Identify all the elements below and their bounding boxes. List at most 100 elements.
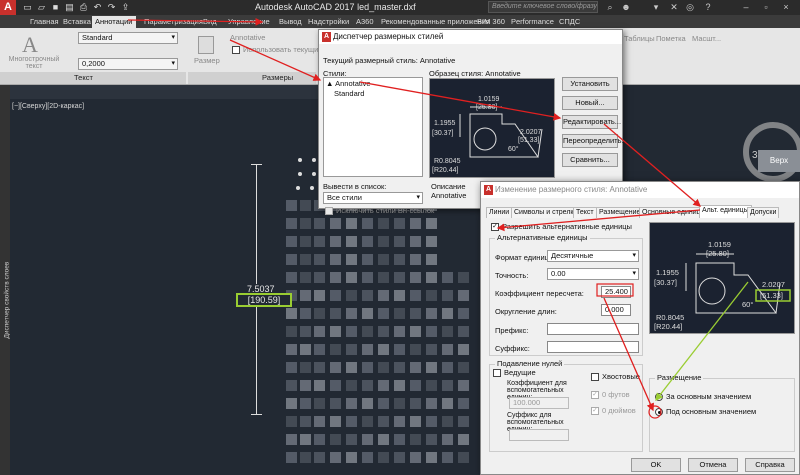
help-search-input[interactable]: Введите ключевое слово/фразу: [488, 1, 598, 13]
search-icon[interactable]: ⌕: [604, 2, 616, 13]
precision-select[interactable]: 0.00 ▾: [547, 268, 639, 280]
exchange-icon[interactable]: ✕: [668, 2, 680, 13]
use-current-checkbox[interactable]: [232, 46, 240, 54]
zero-inches-checkbox[interactable]: ✓: [591, 407, 599, 415]
tab-symbols-arrows[interactable]: Символы и стрелки: [511, 207, 581, 218]
tab-parametric[interactable]: Параметризация: [141, 16, 206, 28]
sub-units-suffix-input[interactable]: [509, 429, 569, 441]
dim-style-select[interactable]: Annotative: [230, 33, 265, 42]
modify-style-button[interactable]: Редактировать...: [562, 115, 621, 129]
tab-manage[interactable]: Управление: [225, 16, 273, 28]
drawing-led-cell: [330, 380, 341, 391]
style-item-standard[interactable]: Standard: [334, 89, 364, 98]
tab-lines[interactable]: Линии: [486, 207, 513, 218]
below-primary-radio[interactable]: [655, 408, 663, 416]
tab-home[interactable]: Главная: [27, 16, 62, 28]
minimize-icon[interactable]: –: [740, 2, 752, 13]
drawing-led-cell: [300, 290, 311, 301]
exclude-xref-checkbox[interactable]: [325, 207, 333, 215]
drawing-led-cell: [378, 452, 389, 463]
tab-addins[interactable]: Надстройки: [305, 16, 352, 28]
save-as-icon[interactable]: ▤: [64, 2, 75, 13]
user-icon[interactable]: ☻: [620, 2, 632, 13]
multiline-text-icon[interactable]: A: [22, 32, 38, 58]
text-panel-footer[interactable]: Текст: [0, 72, 186, 84]
new-style-button[interactable]: Новый...: [562, 96, 618, 110]
enable-alt-units-checkbox[interactable]: ✓: [491, 223, 499, 231]
sub-units-factor-input[interactable]: 100.000: [509, 397, 569, 409]
drawing-led-cell: [378, 434, 389, 445]
tab-alternate-units[interactable]: Альт. единицы: [699, 205, 752, 218]
dimension-icon[interactable]: [198, 36, 214, 54]
drawing-led-cell: [330, 218, 341, 229]
share-icon[interactable]: ⇪: [120, 2, 131, 13]
drawing-led-cell: [362, 398, 373, 409]
open-file-icon[interactable]: ▱: [36, 2, 47, 13]
style-item-annotative[interactable]: ▲ Annotative: [326, 79, 371, 88]
suffix-input[interactable]: [547, 341, 639, 353]
viewport-controls[interactable]: [−][Сверху][2D-каркас]: [12, 103, 84, 110]
trailing-label: Хвостовые: [602, 372, 640, 381]
drawing-led-cell: [410, 218, 421, 229]
tab-text[interactable]: Текст: [573, 207, 597, 218]
override-style-button[interactable]: Переопределить...: [562, 134, 628, 148]
help-button[interactable]: Справка: [745, 458, 795, 472]
redo-icon[interactable]: ↷: [106, 2, 117, 13]
preview-value: 2.0207: [762, 280, 785, 289]
drawing-led-cell: [378, 416, 389, 427]
tab-insert[interactable]: Вставка: [60, 16, 94, 28]
tab-a360[interactable]: A360: [353, 16, 377, 28]
cancel-button[interactable]: Отмена: [688, 458, 738, 472]
drawing-led-cell: [300, 416, 311, 427]
tab-view[interactable]: Вид: [200, 16, 220, 28]
leading-label: Ведущие: [504, 368, 536, 377]
multiline-text-label[interactable]: Многострочный текст: [6, 56, 62, 70]
cart-icon[interactable]: ▾: [650, 2, 662, 13]
zero-feet-label: 0 футов: [602, 390, 630, 399]
maximize-icon[interactable]: ▫: [760, 2, 772, 13]
help-icon[interactable]: ?: [702, 2, 714, 13]
dialog-title-bar[interactable]: Изменение размерного стиля: Annotative: [481, 182, 799, 198]
set-current-button[interactable]: Установить: [562, 77, 618, 91]
new-file-icon[interactable]: ▭: [22, 2, 33, 13]
tab-fit[interactable]: Размещение: [596, 207, 644, 218]
close-icon[interactable]: ×: [780, 2, 792, 13]
text-height-input[interactable]: 0,2000 ▾: [78, 58, 178, 70]
dialog-title-bar[interactable]: Диспетчер размерных стилей: [319, 30, 622, 44]
drawing-led-cell: [346, 344, 357, 355]
drawing-led-cell: [330, 416, 341, 427]
trailing-checkbox[interactable]: [591, 373, 599, 381]
zero-feet-checkbox[interactable]: ✓: [591, 391, 599, 399]
save-icon[interactable]: ■: [50, 2, 61, 13]
round-input[interactable]: 0.000: [601, 304, 631, 316]
print-icon[interactable]: ⎙: [78, 2, 89, 13]
compare-styles-button[interactable]: Сравнить...: [562, 153, 618, 167]
a360-icon[interactable]: ◎: [684, 2, 696, 13]
tab-tolerances[interactable]: Допуски: [747, 207, 780, 218]
drawing-led-cell: [394, 398, 405, 409]
leading-checkbox[interactable]: [493, 369, 501, 377]
dimensions-panel-footer[interactable]: Размеры: [188, 72, 316, 84]
drawing-led-cell: [442, 272, 453, 283]
unit-format-select[interactable]: Десятичные ▾: [547, 250, 639, 262]
drawing-led-cell: [362, 434, 373, 445]
tab-annotate[interactable]: Аннотации: [92, 16, 136, 28]
drawing-led-cell: [286, 326, 297, 337]
multiplier-input[interactable]: 25.400: [601, 286, 631, 298]
after-primary-radio[interactable]: [655, 393, 663, 401]
prefix-input[interactable]: [547, 323, 639, 335]
list-filter-select[interactable]: Все стили ▾: [323, 192, 423, 204]
tab-bim360[interactable]: BIM 360: [474, 16, 508, 28]
styles-list[interactable]: ▲ Annotative Standard: [323, 77, 423, 177]
tab-performance[interactable]: Performance: [508, 16, 557, 28]
tab-output[interactable]: Вывод: [276, 16, 305, 28]
ok-button[interactable]: OK: [631, 458, 681, 472]
text-style-select[interactable]: Standard ▾: [78, 32, 178, 44]
dimension-size-label[interactable]: Размер: [194, 56, 220, 65]
drawing-led-cell: [286, 416, 297, 427]
app-menu-button[interactable]: A: [0, 0, 16, 15]
tab-spds[interactable]: СПДС: [556, 16, 583, 28]
view-cube-top[interactable]: Верх: [758, 150, 800, 172]
undo-icon[interactable]: ↶: [92, 2, 103, 13]
preview-drawing: 1.0159 [25.80] 1.1955 [30.37] 2.0207 [51…: [432, 96, 543, 174]
